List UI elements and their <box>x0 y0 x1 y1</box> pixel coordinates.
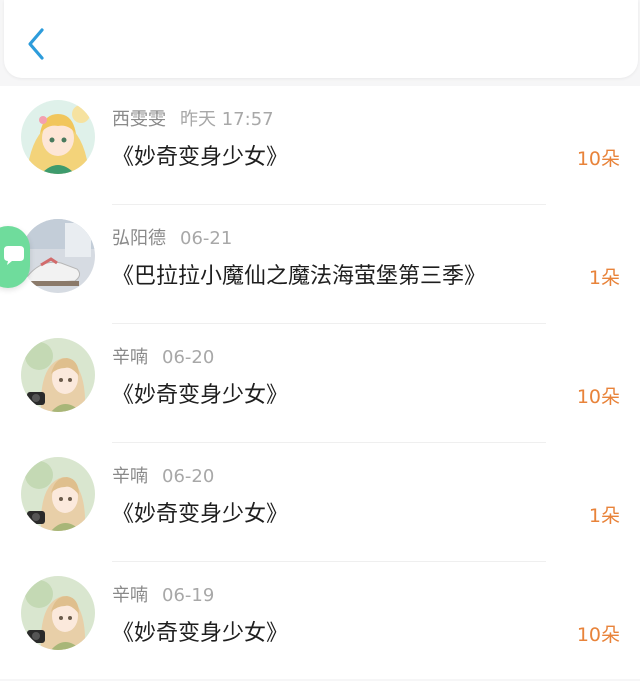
flower-count: 10朵 <box>576 624 620 646</box>
sender-name: 弘阳德 <box>112 228 166 249</box>
anime-girl-camera-avatar[interactable] <box>21 576 95 650</box>
record-time: 06-21 <box>180 228 233 249</box>
work-title: 《妙奇变身少女》 <box>112 502 289 527</box>
chevron-left-icon <box>28 28 44 60</box>
flower-gift-list: 西雯雯 昨天 17:57 《妙奇变身少女》 10朵 弘阳德 06-21 《巴拉拉小魔… <box>0 86 640 679</box>
record-time: 06-20 <box>162 347 215 368</box>
sender-name: 辛喃 <box>112 347 148 368</box>
back-button[interactable] <box>22 24 50 64</box>
list-item[interactable]: 弘阳德 06-21 《巴拉拉小魔仙之魔法海萤堡第三季》 1朵 <box>0 205 640 324</box>
list-item[interactable]: 西雯雯 昨天 17:57 《妙奇变身少女》 10朵 <box>0 86 640 205</box>
sender-name: 西雯雯 <box>112 109 166 130</box>
record-time: 昨天 17:57 <box>180 109 274 130</box>
chat-bubble-icon <box>4 246 24 265</box>
work-title: 《妙奇变身少女》 <box>112 621 289 646</box>
list-item[interactable]: 辛喃 06-20 《妙奇变身少女》 10朵 <box>0 324 640 443</box>
anime-girl-blonde-avatar[interactable] <box>21 100 95 174</box>
flower-count: 10朵 <box>576 148 620 170</box>
record-meta: 辛喃 06-20 <box>112 465 214 489</box>
anime-girl-camera-avatar[interactable] <box>21 338 95 412</box>
sender-name: 辛喃 <box>112 585 148 606</box>
work-title: 《巴拉拉小魔仙之魔法海萤堡第三季》 <box>112 264 487 289</box>
list-item[interactable]: 辛喃 06-20 《妙奇变身少女》 1朵 <box>0 443 640 562</box>
floating-chat-button[interactable] <box>0 226 30 288</box>
work-title: 《妙奇变身少女》 <box>112 145 289 170</box>
list-item[interactable]: 辛喃 06-19 《妙奇变身少女》 10朵 <box>0 562 640 681</box>
flower-count: 1朵 <box>588 505 620 527</box>
record-meta: 辛喃 06-20 <box>112 346 214 370</box>
record-meta: 辛喃 06-19 <box>112 584 214 608</box>
record-meta: 西雯雯 昨天 17:57 <box>112 108 274 132</box>
flower-count: 1朵 <box>588 267 620 289</box>
work-title: 《妙奇变身少女》 <box>112 383 289 408</box>
record-time: 06-20 <box>162 466 215 487</box>
record-meta: 弘阳德 06-21 <box>112 227 232 251</box>
sender-name: 辛喃 <box>112 466 148 487</box>
flower-count: 10朵 <box>576 386 620 408</box>
shoes-photo-avatar[interactable] <box>21 219 95 293</box>
record-time: 06-19 <box>162 585 215 606</box>
anime-girl-camera-avatar[interactable] <box>21 457 95 531</box>
top-bar <box>4 0 638 78</box>
